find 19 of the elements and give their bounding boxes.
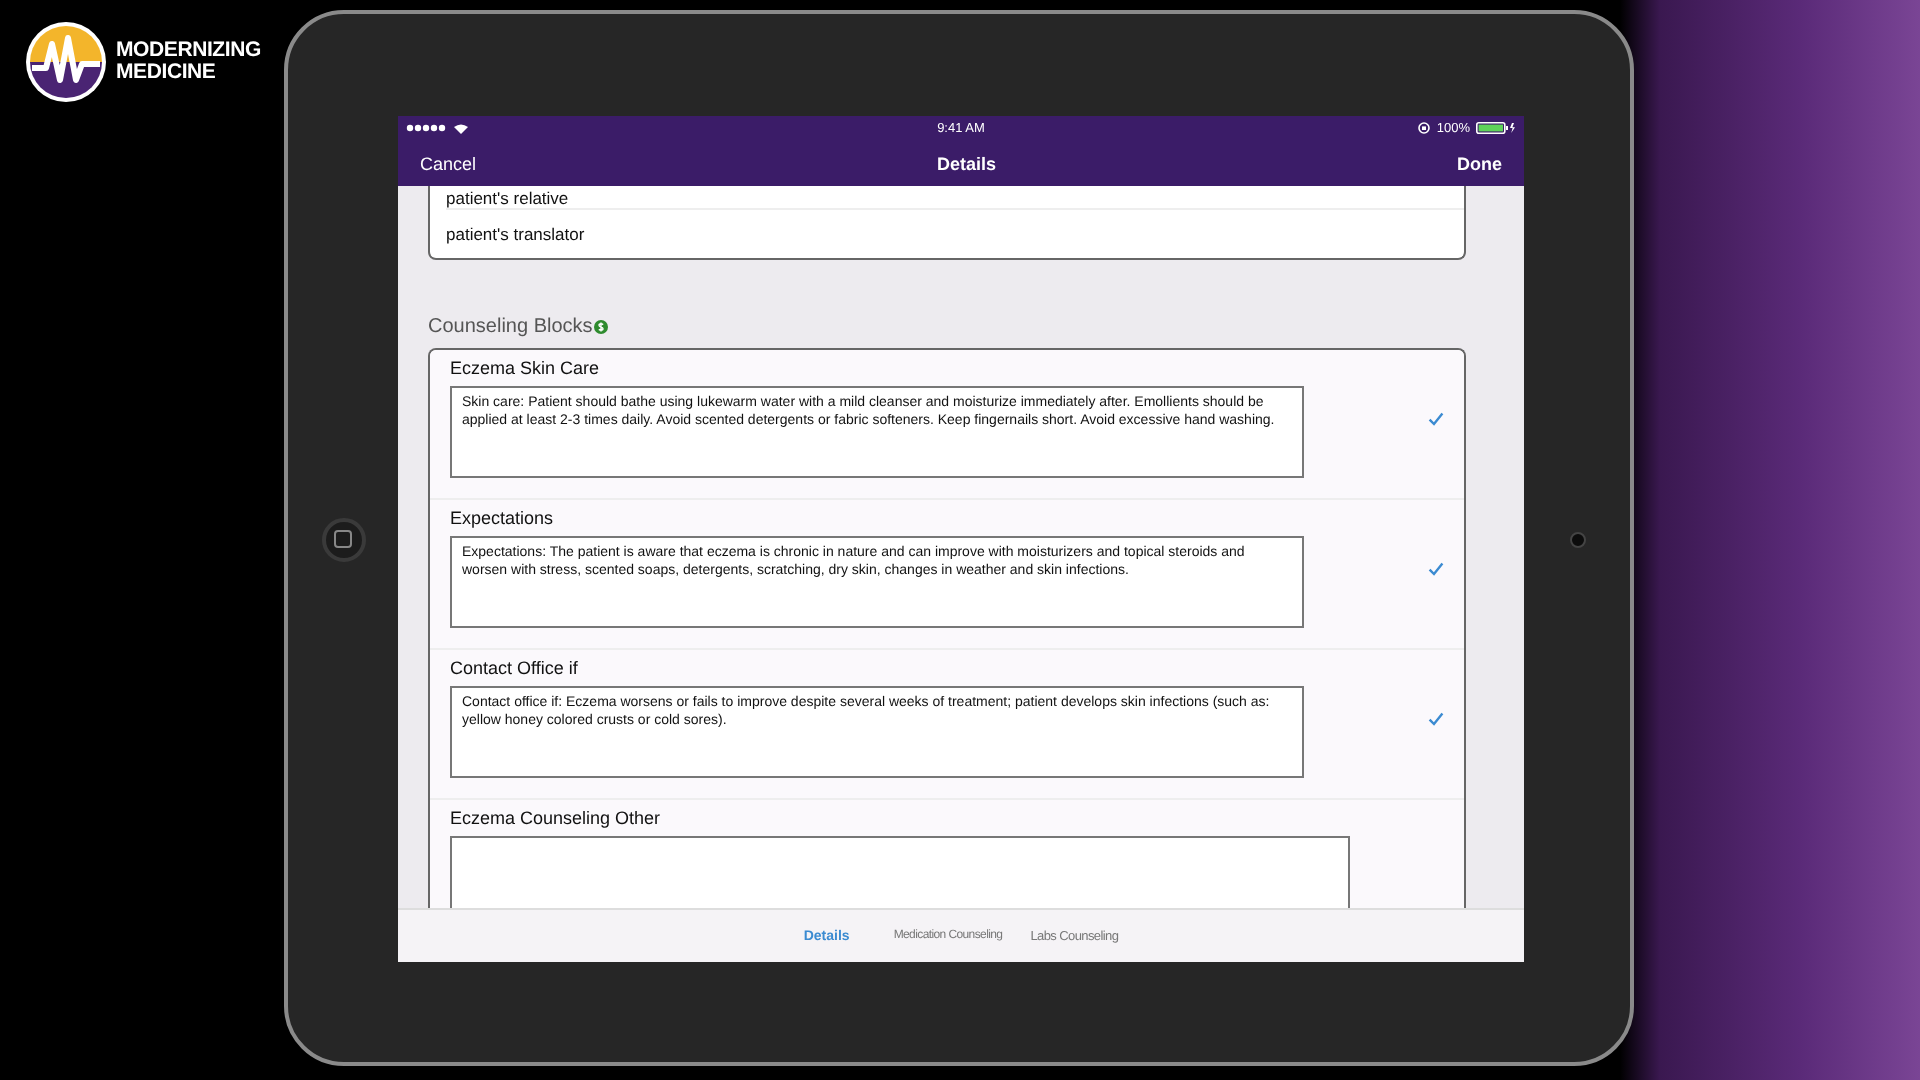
dollar-badge-icon — [594, 320, 609, 334]
signal-icon — [406, 124, 448, 132]
done-button[interactable]: Done — [1457, 153, 1502, 173]
section-title: Counseling Blocks — [428, 316, 593, 338]
block-title: Expectations — [450, 508, 556, 528]
wifi-icon — [454, 123, 468, 133]
logo-text: MODERNIZING MEDICINE — [116, 40, 261, 84]
block-title: Eczema Counseling Other — [450, 808, 663, 828]
list-item[interactable]: patient's translator — [446, 224, 585, 244]
logo-icon — [24, 20, 108, 104]
home-button[interactable] — [321, 517, 365, 561]
cancel-button[interactable]: Cancel — [420, 153, 477, 173]
nav-title: Details — [937, 153, 997, 173]
camera-icon — [1569, 531, 1585, 547]
list-item[interactable]: patient's relative — [446, 187, 569, 207]
block-title: Eczema Skin Care — [450, 358, 602, 378]
rotation-lock-icon — [1418, 122, 1431, 134]
battery-icon — [1475, 122, 1516, 134]
block-title: Contact Office if — [450, 658, 580, 678]
